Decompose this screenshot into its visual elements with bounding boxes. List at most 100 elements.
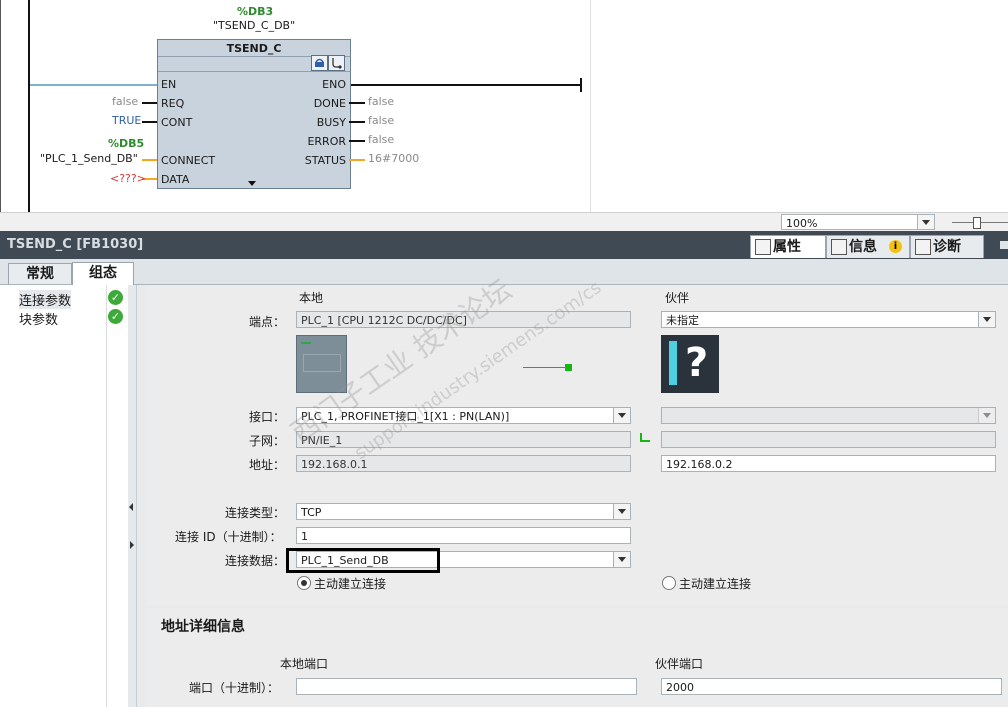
- unknown-device-icon: ?: [661, 335, 719, 393]
- connection-section: 本地 伙伴 端点： PLC_1 [CPU 1212C DC/DC/DC] 未指定…: [147, 285, 1008, 605]
- connect-wire: [142, 159, 157, 161]
- pin-done: DONE: [313, 97, 346, 110]
- check-icon: ✓: [108, 309, 123, 324]
- collapse-left-icon[interactable]: [129, 503, 133, 511]
- chevron-down-icon[interactable]: [613, 504, 630, 519]
- pin-req: REQ: [161, 97, 185, 110]
- partner-endpoint-select[interactable]: 未指定: [661, 311, 996, 328]
- block-open-icon[interactable]: [311, 55, 328, 71]
- local-header: 本地: [299, 291, 324, 305]
- editor-edge: [0, 0, 1, 212]
- connection-type-select[interactable]: TCP: [296, 503, 631, 520]
- connect-db-number: %DB5: [108, 137, 145, 150]
- diagnostics-icon: [915, 239, 931, 255]
- tab-diagnostics[interactable]: 诊断: [910, 235, 984, 258]
- pin-error: ERROR: [307, 135, 346, 148]
- chevron-down-icon[interactable]: [978, 312, 995, 327]
- zoom-bar: 100%: [0, 212, 1008, 232]
- connection-data-label: 连接数据：: [225, 554, 286, 568]
- tab-configuration[interactable]: 组态: [72, 262, 134, 285]
- chevron-down-icon: [978, 408, 995, 423]
- en-wire: [30, 84, 157, 86]
- connection-id-field[interactable]: 1: [296, 527, 631, 544]
- connection-line: [523, 367, 569, 368]
- connect-value[interactable]: "PLC_1_Send_DB": [40, 152, 138, 165]
- local-interface-value: PLC_1, PROFINET接口_1[X1 : PN(LAN)]: [301, 410, 510, 423]
- nav-item-connection-params[interactable]: 连接参数: [19, 290, 72, 309]
- req-wire: [142, 102, 157, 104]
- local-endpoint-field: PLC_1 [CPU 1212C DC/DC/DC]: [296, 311, 631, 328]
- busy-value[interactable]: false: [368, 114, 394, 127]
- tab-info-label: 信息: [849, 239, 877, 255]
- instance-db-number: %DB3: [237, 5, 274, 18]
- power-rail-left: [28, 0, 30, 212]
- info-page-icon: [831, 239, 847, 255]
- error-wire: [349, 140, 365, 142]
- panel-splitter[interactable]: [128, 285, 137, 707]
- sub-tabs: 常规 组态: [0, 259, 1008, 285]
- editor-column-line: [590, 0, 591, 212]
- plc-led: [301, 342, 311, 344]
- done-value[interactable]: false: [368, 95, 394, 108]
- block-diagnostics-icon[interactable]: [328, 55, 345, 71]
- expand-arrow-icon[interactable]: [248, 181, 256, 186]
- nav-item-block-params[interactable]: 块参数: [19, 309, 58, 328]
- zoom-select[interactable]: 100%: [781, 214, 935, 230]
- connection-type-label: 连接类型：: [225, 506, 286, 520]
- status-wire: [349, 159, 365, 161]
- local-port-header: 本地端口: [280, 657, 329, 671]
- plc-module: [303, 354, 341, 372]
- zoom-value: 100%: [786, 217, 818, 230]
- cont-wire: [142, 121, 157, 123]
- expand-right-icon[interactable]: [130, 541, 134, 549]
- interface-label: 接口：: [249, 410, 286, 424]
- partner-interface-select: [661, 407, 996, 424]
- chevron-down-icon[interactable]: [917, 215, 934, 229]
- pin-en: EN: [161, 78, 177, 91]
- local-subnet-field: PN/IE_1: [296, 431, 631, 448]
- local-interface-select[interactable]: PLC_1, PROFINET接口_1[X1 : PN(LAN)]: [296, 407, 631, 424]
- tab-diagnostics-label: 诊断: [933, 239, 961, 255]
- chevron-down-icon[interactable]: [613, 408, 630, 423]
- done-wire: [349, 102, 365, 104]
- function-block[interactable]: TSEND_C EN REQ CONT CONNECT DATA ENO DON…: [157, 39, 351, 189]
- subnet-label: 子网：: [249, 434, 286, 448]
- local-address-field: 192.168.0.1: [296, 455, 631, 472]
- pin-busy: BUSY: [316, 116, 346, 129]
- partner-port-field[interactable]: 2000: [661, 678, 1002, 695]
- partner-active-radio[interactable]: [662, 576, 676, 590]
- connection-node: [565, 364, 572, 371]
- status-value[interactable]: 16#7000: [368, 152, 419, 165]
- connection-id-label: 连接 ID（十进制）：: [175, 530, 282, 544]
- question-mark-icon: ?: [685, 340, 709, 386]
- partner-address-field[interactable]: 192.168.0.2: [661, 455, 996, 472]
- zoom-slider-handle[interactable]: [973, 217, 981, 229]
- pin-data: DATA: [161, 173, 190, 186]
- panel-toggle-icon[interactable]: [1000, 241, 1008, 249]
- partner-active-label: 主动建立连接: [679, 577, 752, 591]
- highlight-box: [286, 548, 440, 573]
- info-icon: i: [889, 240, 902, 253]
- local-active-label: 主动建立连接: [314, 577, 387, 591]
- pin-status: STATUS: [304, 154, 346, 167]
- instance-db-symbol: "TSEND_C_DB": [213, 19, 296, 32]
- check-icon: ✓: [108, 290, 123, 305]
- tab-properties[interactable]: 属性: [750, 235, 826, 258]
- endpoint-label: 端点：: [249, 315, 286, 329]
- local-port-field[interactable]: [296, 678, 637, 695]
- req-value[interactable]: false: [112, 95, 138, 108]
- tab-info[interactable]: 信息 i: [826, 235, 910, 258]
- tab-general[interactable]: 常规: [8, 263, 72, 284]
- cont-value[interactable]: TRUE: [112, 114, 141, 127]
- data-value[interactable]: <???>: [110, 172, 146, 185]
- chevron-down-icon[interactable]: [613, 552, 630, 567]
- unknown-device-bar: [669, 341, 677, 385]
- subnet-link-icon-base: [640, 440, 650, 442]
- local-active-radio[interactable]: [297, 576, 311, 590]
- address-details-section: 地址详细信息 本地端口 伙伴端口 端口（十进制）： 2000: [147, 608, 1008, 707]
- pin-eno: ENO: [322, 78, 346, 91]
- address-details-title: 地址详细信息: [161, 619, 245, 635]
- partner-subnet-field: [661, 431, 996, 448]
- error-value[interactable]: false: [368, 133, 394, 146]
- partner-endpoint-value: 未指定: [666, 314, 699, 327]
